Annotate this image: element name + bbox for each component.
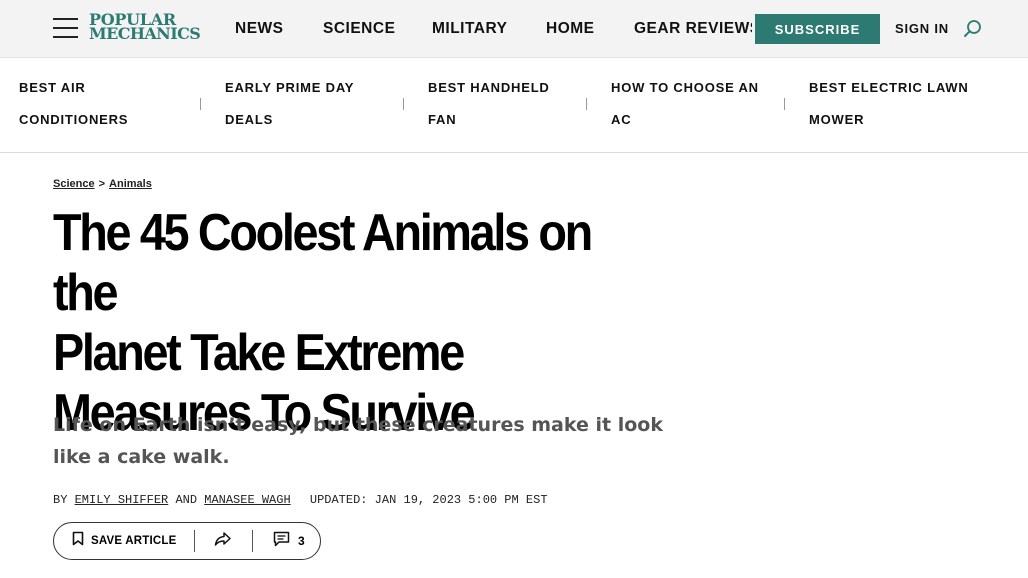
trending-divider	[200, 98, 201, 110]
trending-link[interactable]: BEST AIR CONDITIONERS	[19, 72, 128, 136]
nav-item-science[interactable]: SCIENCE	[323, 20, 395, 38]
trending-link-line2: AC	[611, 112, 632, 127]
article-byline: BY EMILY SHIFFER AND MANASEE WAGH UPDATE…	[53, 493, 548, 507]
trending-divider	[784, 98, 785, 110]
trending-bar: BEST AIR CONDITIONERS EARLY PRIME DAY DE…	[0, 58, 1028, 153]
breadcrumb-subsection-link[interactable]: Animals	[109, 178, 152, 190]
article-dek: Life on Earth isn’t easy, but these crea…	[53, 414, 663, 468]
comments-button[interactable]: 3	[273, 523, 305, 559]
actions-divider	[252, 530, 253, 552]
trending-link-line2: MOWER	[809, 112, 865, 127]
bookmark-icon	[72, 531, 84, 551]
nav-item-home[interactable]: HOME	[546, 20, 595, 38]
share-button[interactable]	[214, 523, 232, 559]
trending-link[interactable]: BEST HANDHELD FAN	[428, 72, 550, 136]
save-article-button[interactable]: SAVE ARTICLE	[72, 523, 176, 559]
nav-overflow-clip: GEAR REVIEWS	[634, 20, 752, 40]
author-link[interactable]: EMILY SHIFFER	[75, 493, 169, 507]
article-headline: The 45 Coolest Animals on the Planet Tak…	[53, 203, 629, 443]
logo-line2: MECHANICS	[89, 24, 201, 43]
breadcrumb-separator: >	[98, 178, 106, 190]
breadcrumb-section-link[interactable]: Science	[53, 178, 95, 190]
search-icon[interactable]	[963, 19, 983, 39]
trending-divider	[586, 98, 587, 110]
author-link[interactable]: MANASEE WAGH	[204, 493, 290, 507]
nav-item-military[interactable]: MILITARY	[432, 20, 507, 38]
trending-link-line2: DEALS	[225, 112, 274, 127]
hamburger-menu-icon[interactable]	[53, 17, 78, 39]
sign-in-link[interactable]: SIGN IN	[895, 21, 949, 36]
trending-link-line1: BEST HANDHELD	[428, 80, 550, 95]
trending-link-line1: EARLY PRIME DAY	[225, 80, 355, 95]
trending-link-line1: BEST AIR	[19, 80, 86, 95]
byline-prefix: BY	[53, 493, 68, 507]
comment-icon	[273, 531, 290, 552]
headline-line: Planet Take Extreme	[53, 324, 465, 382]
comment-count: 3	[298, 534, 305, 548]
updated-timestamp: UPDATED: JAN 19, 2023 5:00 PM EST	[309, 493, 548, 507]
site-header: POPULAR MECHANICS NEWS SCIENCE MILITARY …	[0, 0, 1028, 58]
article-actions: SAVE ARTICLE 3	[53, 522, 321, 560]
trending-link-line1: BEST ELECTRIC LAWN	[809, 80, 969, 95]
site-logo[interactable]: POPULAR MECHANICS	[89, 12, 211, 43]
trending-link[interactable]: EARLY PRIME DAY DEALS	[225, 72, 354, 136]
nav-item-news[interactable]: NEWS	[235, 20, 284, 38]
trending-link-line2: FAN	[428, 112, 457, 127]
breadcrumb: Science > Animals	[53, 178, 152, 190]
trending-link-line1: HOW TO CHOOSE AN	[611, 80, 759, 95]
subscribe-button[interactable]: SUBSCRIBE	[755, 14, 880, 44]
nav-item-gear-reviews[interactable]: GEAR REVIEWS	[634, 20, 752, 38]
trending-divider	[403, 98, 404, 110]
trending-link[interactable]: BEST ELECTRIC LAWN MOWER	[809, 72, 969, 136]
trending-link-line2: CONDITIONERS	[19, 112, 129, 127]
save-article-label: SAVE ARTICLE	[91, 535, 177, 547]
byline-conjunction: AND	[175, 493, 198, 507]
headline-line: The 45 Coolest Animals on the	[53, 204, 593, 322]
actions-divider	[194, 530, 195, 552]
trending-link[interactable]: HOW TO CHOOSE AN AC	[611, 72, 759, 136]
share-icon	[214, 531, 232, 552]
